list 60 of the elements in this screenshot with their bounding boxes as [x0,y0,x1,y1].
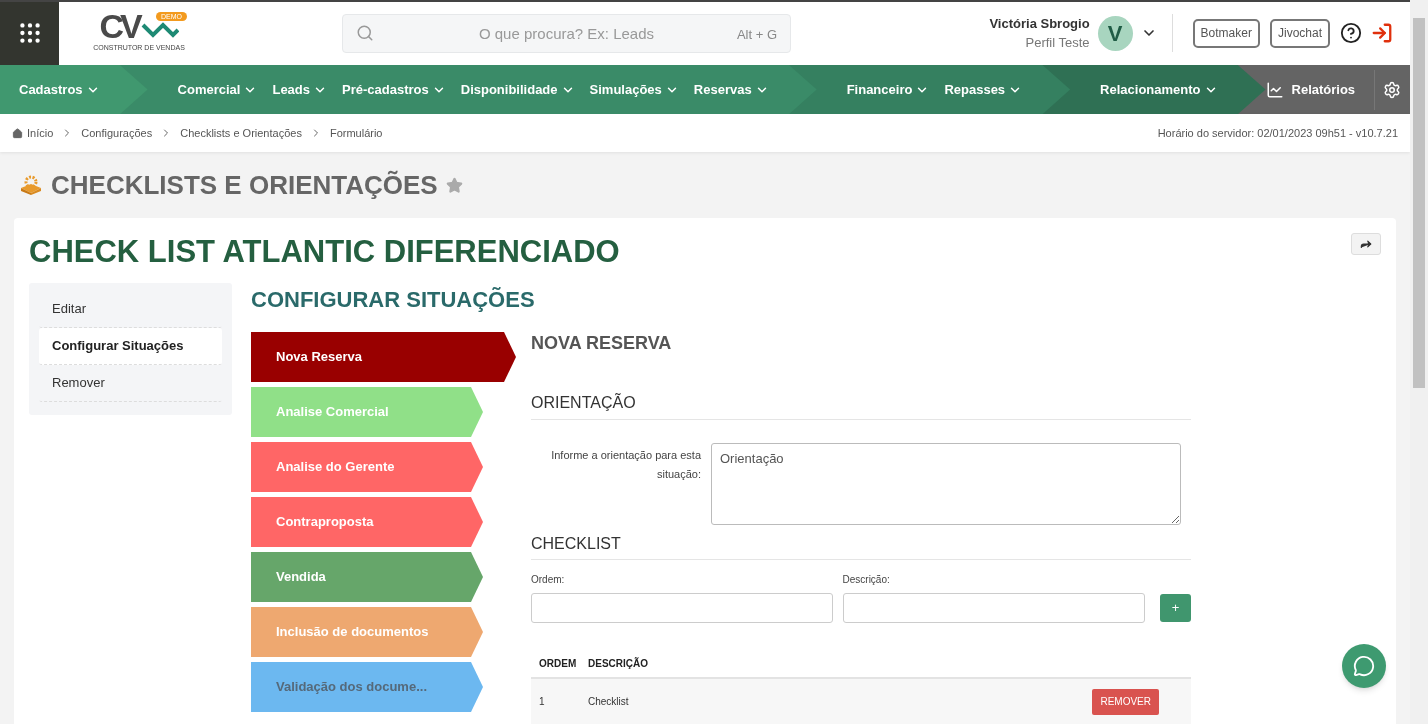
column-header: ORDEM [538,656,578,671]
integration-button[interactable]: Botmaker [1192,18,1260,48]
page-title: CHECKLISTS E ORIENTAÇÕES [51,168,438,202]
user-profile: Perfil Teste [1025,34,1090,53]
nav-menu-item[interactable]: Relacionamento [1100,79,1218,100]
order-input[interactable] [531,593,833,623]
nav-menu-item[interactable]: Comercial [177,79,258,100]
nav-menu-item[interactable]: Cadastros [19,79,100,100]
apps-grid-button[interactable] [0,2,59,65]
side-menu-item[interactable]: Configurar Situações [39,328,222,365]
stage-item[interactable]: Analise do Gerente [251,442,483,492]
user-avatar[interactable]: V [1097,15,1133,51]
help-icon[interactable] [1340,22,1362,45]
nav-menu-item[interactable]: Repasses [944,79,1023,100]
nav-menu-item[interactable]: Simulações [589,79,679,100]
chat-icon [1353,655,1375,677]
share-icon [1359,237,1373,251]
orientation-textarea[interactable]: Orientação [711,443,1181,525]
field-label: Informe a orientação para esta situação: [550,448,702,482]
section-title: CONFIGURAR SITUAÇÕES [251,286,536,314]
breadcrumb-link[interactable]: Formulário [329,125,383,142]
nav-menu-item[interactable]: Leads [272,79,328,100]
breadcrumb-link[interactable]: Checklists e Orientações [180,125,302,142]
table-cell-text: Checklist [588,695,629,709]
nav-menu-item[interactable]: Reservas [693,79,769,100]
gear-box-icon [19,174,43,197]
search-icon [356,23,374,42]
field-label: Ordem: [531,573,566,587]
section-heading: CHECKLIST [531,535,621,552]
share-button[interactable] [1351,233,1381,255]
table-cell-text: 1 [538,695,546,709]
section-heading: ORIENTAÇÃO [531,394,636,411]
integration-button[interactable]: Jivochat [1269,18,1330,48]
stage-item[interactable]: Contraproposta [251,497,483,547]
breadcrumb-link[interactable]: Configurações [81,125,153,142]
add-button[interactable]: + [1160,594,1191,622]
logout-icon[interactable] [1371,22,1393,45]
stage-item[interactable]: Vendida [251,552,483,602]
breadcrumb-link[interactable]: Início [27,125,54,142]
star-icon[interactable] [445,176,463,194]
reports-link[interactable]: Relatórios [1265,79,1375,100]
nav-menu-item[interactable]: Financeiro [846,79,930,100]
user-name: Victória Sbrogio [989,14,1090,33]
nav-menu-item[interactable]: Disponibilidade [460,79,575,100]
description-input[interactable] [842,593,1146,623]
stage-item[interactable]: Nova Reserva [251,332,516,382]
card-title: CHECK LIST ATLANTIC DIFERENCIADO [29,233,620,271]
home-icon [12,127,23,139]
settings-icon [1383,80,1402,99]
stage-item[interactable]: Validação dos docume... [251,662,483,712]
column-header: DESCRIÇÃO [588,656,648,671]
field-label: Descrição: [842,573,891,587]
server-time: Horário do servidor: 02/01/2023 09h51 - v10.7.21 [1157,126,1398,142]
shortcut-hint: Alt + G [736,25,777,44]
nav-menu-item[interactable]: Pré-cadastros [342,79,446,100]
stage-title: NOVA RESERVA [531,332,673,355]
line-chart-icon [1265,80,1284,99]
chat-button[interactable] [1342,644,1386,688]
remove-button[interactable]: REMOVER [1092,688,1159,715]
side-menu-item[interactable]: Remover [39,365,222,402]
